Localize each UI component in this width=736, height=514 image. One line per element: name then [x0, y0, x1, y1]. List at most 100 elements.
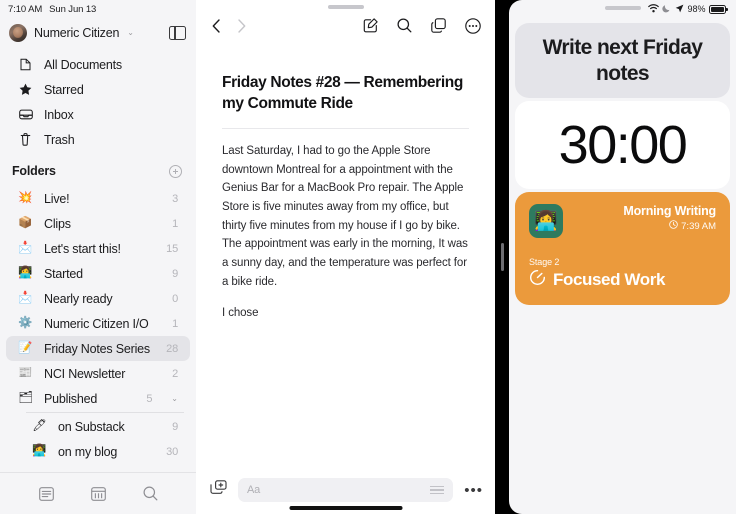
sidebar-folder-started[interactable]: 👩‍💻 Started 9 [6, 261, 190, 286]
format-placeholder: Aa [247, 484, 261, 496]
sidebar-toggle-icon[interactable] [169, 26, 186, 40]
moon-icon [662, 4, 671, 15]
sidebar-folder-count: 28 [166, 342, 178, 355]
timer-icon [529, 269, 546, 291]
technologist-emoji-icon: 👩‍💻 [18, 266, 33, 279]
back-button[interactable] [212, 18, 220, 38]
task-card[interactable]: Write next Friday notes [515, 23, 730, 98]
stage-name: Focused Work [553, 270, 666, 289]
sidebar-folder-clips[interactable]: 📦 Clips 1 [6, 211, 190, 236]
sidebar-folder-label: Clips [44, 216, 71, 231]
sidebar-folder-count: 3 [172, 192, 178, 205]
sidebar-folder-count: 5 [146, 392, 153, 405]
sidebar-item-trash[interactable]: Trash [6, 127, 190, 152]
calendar-icon[interactable] [90, 486, 106, 501]
divider [26, 412, 184, 413]
location-arrow-icon [675, 4, 684, 15]
sidebar-item-starred[interactable]: Starred [6, 77, 190, 102]
star-icon [18, 83, 33, 96]
newspaper-emoji-icon: 📰 [18, 366, 33, 379]
card-index-dividers-emoji-icon: 🗂 [18, 391, 33, 404]
add-media-icon[interactable] [210, 479, 227, 501]
sidebar-folder-nci-newsletter[interactable]: 📰 NCI Newsletter 2 [6, 361, 190, 386]
more-circle-icon[interactable] [465, 17, 481, 39]
avatar [9, 24, 27, 42]
inbox-icon [18, 109, 33, 120]
sidebar-folder-label: on Substack [58, 419, 125, 434]
status-bar-date: Sun Jun 13 [49, 3, 97, 15]
task-title: Write next Friday notes [542, 36, 703, 85]
envelope-emoji-icon: 📩 [18, 241, 33, 254]
stage-card[interactable]: 👩‍💻 Morning Writing 7:39 AM [515, 192, 730, 305]
sidebar-folder-label: Nearly ready [44, 291, 113, 306]
sidebar-item-label: All Documents [44, 57, 122, 72]
split-view-drag-handle[interactable] [501, 243, 504, 271]
sidebar-folder-friday-notes-series[interactable]: 📝 Friday Notes Series 28 [6, 336, 190, 361]
slide-over-grabber[interactable] [604, 6, 641, 10]
duplicate-icon[interactable] [431, 18, 446, 38]
document-paragraph: Last Saturday, I had to go the Apple Sto… [222, 145, 468, 288]
session-time: 7:39 AM [681, 220, 716, 232]
document-title: Friday Notes #28 — Remembering my Commut… [222, 74, 464, 112]
gear-emoji-icon: ⚙️ [18, 316, 33, 329]
compose-icon[interactable] [363, 18, 378, 38]
search-icon[interactable] [143, 486, 158, 501]
sidebar-folder-label: Numeric Citizen I/O [44, 316, 149, 331]
boom-emoji-icon: 💥 [18, 191, 33, 204]
list-view-icon[interactable] [38, 486, 54, 501]
sidebar-folder-on-my-blog[interactable]: 👩‍💻 on my blog 30 [6, 439, 190, 464]
clock-icon [669, 220, 678, 232]
document-icon [18, 58, 33, 71]
document-paragraph: I chose [222, 307, 259, 320]
sidebar-folder-lets-start-this[interactable]: 📩 Let's start this! 15 [6, 236, 190, 261]
slide-over-status-bar: 98% [509, 0, 736, 18]
sidebar-folder-live[interactable]: 💥 Live! 3 [6, 186, 190, 211]
sidebar-folder-nearly-ready[interactable]: 📩 Nearly ready 0 [6, 286, 190, 311]
forward-button[interactable] [238, 18, 246, 38]
sidebar-item-inbox[interactable]: Inbox [6, 102, 190, 127]
sidebar-folder-label: Published [44, 391, 98, 406]
trash-icon [18, 133, 33, 146]
split-view-divider[interactable] [495, 0, 509, 514]
title-divider [222, 128, 469, 130]
text-align-icon[interactable] [430, 485, 445, 495]
sidebar-folder-count: 30 [166, 445, 178, 458]
sidebar-folder-published[interactable]: 🗂 Published 5 ⌄ [6, 386, 190, 411]
folders-header-label: Folders [12, 164, 56, 178]
sidebar-item-all-documents[interactable]: All Documents [6, 52, 190, 77]
envelope-emoji-icon: 📩 [18, 291, 33, 304]
sidebar-item-label: Inbox [44, 107, 74, 122]
sidebar-bottom-bar [0, 472, 196, 514]
folders-header: Folders [0, 156, 196, 186]
sidebar-folder-label: NCI Newsletter [44, 366, 126, 381]
sidebar-folder-on-substack[interactable]: 🖊 on Substack 9 [6, 414, 190, 439]
add-folder-button[interactable] [169, 164, 182, 178]
stage-card-footer: Stage 2 Focused Work [529, 257, 716, 291]
document-toolbar [196, 9, 495, 47]
technologist-emoji-icon: 👩‍💻 [32, 444, 47, 457]
search-icon[interactable] [397, 18, 412, 38]
sidebar-folder-numeric-citizen-io[interactable]: ⚙️ Numeric Citizen I/O 1 [6, 311, 190, 336]
status-bar-time: 7:10 AM [8, 3, 43, 15]
sidebar-folder-count: 1 [172, 217, 178, 230]
slide-over-panel: 98% Write next Friday notes 30:00 👩‍💻 Mo… [509, 0, 736, 514]
sidebar-folder-count: 15 [166, 242, 178, 255]
technologist-emoji-icon: 👩‍💻 [534, 210, 558, 232]
timer-card[interactable]: 30:00 [515, 101, 730, 189]
sidebar-item-label: Starred [44, 82, 84, 97]
session-name: Morning Writing [623, 204, 716, 218]
stage-card-header: 👩‍💻 Morning Writing 7:39 AM [529, 204, 716, 238]
document-more-button[interactable]: ••• [464, 483, 483, 498]
format-field[interactable]: Aa [238, 478, 454, 502]
sidebar-item-label: Trash [44, 132, 75, 147]
sidebar-scroll[interactable]: All Documents Starred Inbox Trash Folder… [0, 48, 196, 472]
package-emoji-icon: 📦 [18, 216, 33, 229]
timer-value: 30:00 [558, 115, 688, 175]
chevron-down-icon[interactable]: ⌄ [171, 394, 178, 403]
sidebar-folder-count: 9 [172, 267, 178, 280]
sidebar-folder-label: Live! [44, 191, 70, 206]
wifi-icon [648, 3, 659, 15]
document-body[interactable]: Friday Notes #28 — Remembering my Commut… [196, 47, 495, 466]
sidebar-folder-count: 1 [172, 317, 178, 330]
account-switcher[interactable]: Numeric Citizen ⌄ [0, 18, 196, 48]
